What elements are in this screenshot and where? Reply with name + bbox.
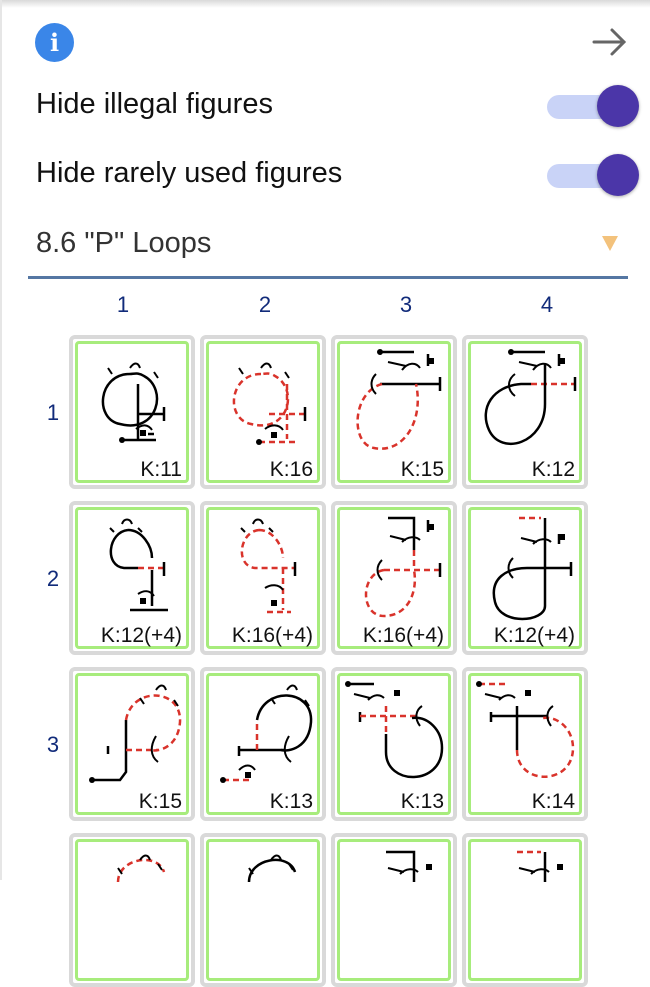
- category-select-value: 8.6 "P" Loops: [36, 227, 212, 259]
- figure-cell[interactable]: K:14: [462, 667, 588, 821]
- k-factor-label: K:12(+4): [100, 624, 182, 647]
- k-factor-label: K:12: [531, 458, 575, 481]
- loop-figure-icon: [386, 850, 432, 882]
- row-header: 3: [46, 732, 60, 757]
- figure-cell[interactable]: [69, 833, 195, 987]
- figure-cell-border: K:14: [468, 673, 582, 815]
- figure-cell[interactable]: K:12(+4): [462, 501, 588, 655]
- k-factor-label: K:12(+4): [493, 624, 575, 647]
- figure-cell[interactable]: K:12(+4): [69, 501, 195, 655]
- k-factor-label: K:16(+4): [362, 624, 444, 647]
- k-factor-label: K:15: [138, 790, 182, 813]
- toggle-row-hide-rare: Hide rarely used figures: [36, 153, 639, 197]
- row-header: 1: [46, 400, 60, 425]
- switch-knob[interactable]: [597, 85, 639, 127]
- figure-cell-border: [468, 839, 582, 981]
- figure-cell[interactable]: [200, 833, 326, 987]
- figure-cell[interactable]: K:16: [200, 335, 326, 489]
- k-factor-label: K:14: [531, 790, 575, 813]
- toggle-label: Hide rarely used figures: [36, 157, 343, 189]
- figure-cell-border: K:15: [337, 341, 451, 483]
- k-factor-label: K:13: [400, 790, 444, 813]
- k-factor-label: K:11: [140, 458, 182, 481]
- figure-cell[interactable]: K:11: [69, 335, 195, 489]
- figure-cell-border: [206, 839, 320, 981]
- loop-figure-icon: [247, 854, 297, 883]
- k-factor-label: K:16(+4): [231, 624, 313, 647]
- row-header: 2: [46, 566, 60, 591]
- figure-cell-border: K:12: [468, 341, 582, 483]
- figure-cell-border: K:16(+4): [206, 507, 320, 649]
- arrow-right-icon[interactable]: [590, 22, 630, 62]
- figure-cell-border: K:12(+4): [75, 507, 189, 649]
- figure-cell[interactable]: [331, 833, 457, 987]
- hide-rare-switch[interactable]: [547, 153, 639, 197]
- figure-cell-border: [75, 839, 189, 981]
- loop-figure-icon: [517, 850, 563, 882]
- toggle-label: Hide illegal figures: [36, 88, 273, 120]
- figure-cell-border: K:12(+4): [468, 507, 582, 649]
- figure-cell[interactable]: K:13: [331, 667, 457, 821]
- k-factor-label: K:16: [269, 458, 313, 481]
- info-icon[interactable]: i: [35, 23, 74, 62]
- loop-figure-icon: [116, 854, 166, 883]
- figure-cell[interactable]: K:16(+4): [200, 501, 326, 655]
- panel-left-border: [0, 0, 2, 880]
- figure-cell[interactable]: K:12: [462, 335, 588, 489]
- figure-cell[interactable]: K:16(+4): [331, 501, 457, 655]
- figure-cell-border: K:13: [206, 673, 320, 815]
- category-select[interactable]: 8.6 "P" Loops: [28, 218, 628, 279]
- top-shadow: [0, 0, 650, 8]
- toggle-row-hide-illegal: Hide illegal figures: [36, 84, 639, 128]
- figure-cell-border: K:13: [337, 673, 451, 815]
- figure-cell-border: K:11: [75, 341, 189, 483]
- figure-cell-border: [337, 839, 451, 981]
- k-factor-label: K:15: [400, 458, 444, 481]
- column-header: 3: [399, 292, 413, 317]
- chevron-down-icon[interactable]: [602, 236, 618, 251]
- figure-cell[interactable]: K:15: [331, 335, 457, 489]
- k-factor-label: K:13: [269, 790, 313, 813]
- figure-cell[interactable]: K:15: [69, 667, 195, 821]
- figure-cell[interactable]: [462, 833, 588, 987]
- column-header: 2: [258, 292, 272, 317]
- column-header: 1: [116, 292, 130, 317]
- figure-cell-border: K:16(+4): [337, 507, 451, 649]
- figure-cell-border: K:16: [206, 341, 320, 483]
- figure-cell-border: K:15: [75, 673, 189, 815]
- hide-illegal-switch[interactable]: [547, 84, 639, 128]
- switch-knob[interactable]: [597, 154, 639, 196]
- figure-cell[interactable]: K:13: [200, 667, 326, 821]
- column-header: 4: [540, 292, 554, 317]
